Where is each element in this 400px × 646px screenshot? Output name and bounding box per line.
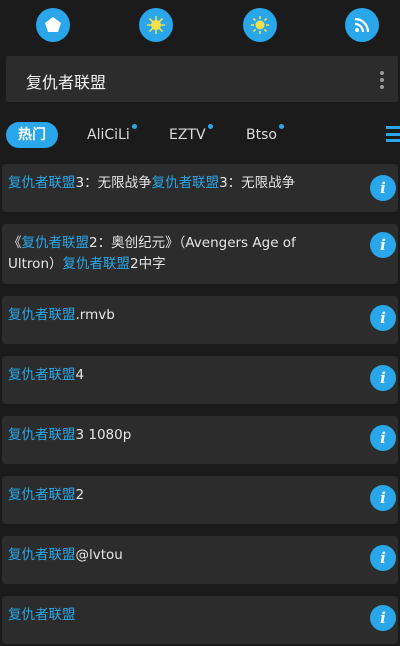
info-icon[interactable]: i	[370, 485, 396, 511]
keyword-highlight: 复仇者联盟	[8, 547, 76, 563]
rss-icon[interactable]	[345, 8, 379, 42]
list-item[interactable]: 复仇者联盟@lvtou i	[2, 536, 398, 584]
title-segment: 3：无限战争	[75, 175, 152, 191]
info-icon[interactable]: i	[370, 175, 396, 201]
info-icon[interactable]: i	[370, 425, 396, 451]
keyword-highlight: 复仇者联盟	[8, 367, 76, 383]
pentagon-home-icon[interactable]	[36, 8, 70, 42]
menu-icon[interactable]	[386, 126, 400, 142]
list-item[interactable]: 复仇者联盟3 1080p i	[2, 416, 398, 464]
result-title: 复仇者联盟2	[8, 485, 338, 506]
info-icon[interactable]: i	[370, 305, 396, 331]
keyword-highlight: 复仇者联盟	[62, 256, 131, 272]
list-item[interactable]: 《复仇者联盟2：奥创纪元》（Avengers Age of Ultron）复仇者…	[2, 224, 398, 284]
search-query[interactable]: 复仇者联盟	[26, 69, 106, 93]
info-icon[interactable]: i	[370, 605, 396, 631]
tab-eztv[interactable]: EZTV	[169, 122, 213, 148]
title-segment: .rmvb	[75, 307, 115, 323]
result-title: 《复仇者联盟2：奥创纪元》（Avengers Age of Ultron）复仇者…	[8, 233, 338, 275]
title-segment: 2	[75, 487, 85, 503]
result-title: 复仇者联盟@lvtou	[8, 545, 338, 566]
sparkle-icon[interactable]	[139, 8, 173, 42]
tab-hot[interactable]: 热门	[6, 122, 58, 148]
title-segment: 4	[75, 367, 85, 383]
keyword-highlight: 复仇者联盟	[21, 235, 90, 251]
tab-btso[interactable]: Btso	[246, 122, 284, 148]
info-icon[interactable]: i	[370, 232, 396, 258]
info-icon[interactable]: i	[370, 545, 396, 571]
search-bar[interactable]: 复仇者联盟	[6, 56, 398, 102]
tab-alicili[interactable]: AliCiLi	[87, 122, 137, 148]
keyword-highlight: 复仇者联盟	[8, 307, 76, 323]
new-dot-indicator	[207, 124, 213, 129]
title-segment: 3 1080p	[75, 427, 132, 443]
sun-icon[interactable]	[243, 8, 277, 42]
result-title: 复仇者联盟3 1080p	[8, 425, 338, 446]
keyword-highlight: 复仇者联盟	[151, 175, 220, 191]
info-icon[interactable]: i	[370, 365, 396, 391]
list-item[interactable]: 复仇者联盟 i	[2, 596, 398, 644]
list-item[interactable]: 复仇者联盟.rmvb i	[2, 296, 398, 344]
more-options-icon[interactable]	[380, 71, 384, 89]
new-dot-indicator	[278, 124, 284, 129]
list-item[interactable]: 复仇者联盟3：无限战争复仇者联盟3：无限战争 i	[2, 164, 398, 212]
title-segment: @lvtou	[75, 547, 123, 563]
list-item[interactable]: 复仇者联盟4 i	[2, 356, 398, 404]
keyword-highlight: 复仇者联盟	[8, 607, 76, 623]
keyword-highlight: 复仇者联盟	[8, 175, 76, 191]
keyword-highlight: 复仇者联盟	[8, 487, 76, 503]
result-title: 复仇者联盟3：无限战争复仇者联盟3：无限战争	[8, 173, 338, 194]
source-tabs: 热门 AliCiLi EZTV Btso	[0, 114, 400, 154]
list-item[interactable]: 复仇者联盟2 i	[2, 476, 398, 524]
title-segment: 3：无限战争	[219, 175, 296, 191]
result-title: 复仇者联盟.rmvb	[8, 305, 338, 326]
result-title: 复仇者联盟	[8, 605, 338, 626]
result-title: 复仇者联盟4	[8, 365, 338, 386]
top-icon-bar	[0, 0, 400, 52]
new-dot-indicator	[131, 124, 137, 129]
title-segment: 《	[8, 235, 22, 251]
title-segment: 2中字	[130, 256, 166, 272]
keyword-highlight: 复仇者联盟	[8, 427, 76, 443]
